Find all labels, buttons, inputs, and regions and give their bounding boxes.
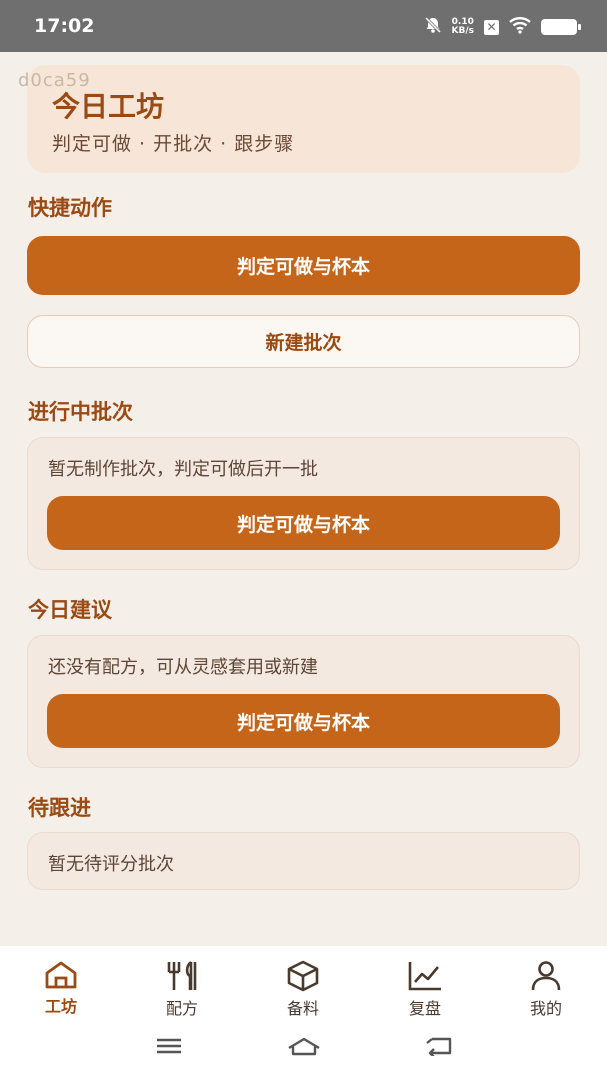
suggestions-judge-button[interactable]: 判定可做与杯本 — [47, 694, 560, 748]
menu-nav-icon[interactable] — [155, 1036, 183, 1060]
status-time: 17:02 — [34, 15, 95, 37]
sim-x-icon: ✕ — [484, 19, 499, 35]
status-icons: 0.10 KB/s ✕ — [424, 13, 581, 41]
chart-icon — [385, 960, 465, 992]
bottom-tab-bar: 工坊 配方 备料 复盘 我的 — [0, 946, 607, 1080]
tab-label: 配方 — [165, 999, 198, 1018]
watermark: d0ca59 — [18, 70, 91, 91]
follow-up-card: 暂无待评分批次 — [27, 832, 580, 890]
box-icon — [263, 960, 343, 992]
tab-label: 工坊 — [44, 997, 77, 1016]
battery-icon — [541, 19, 581, 35]
home-nav-icon[interactable] — [287, 1036, 321, 1060]
tab-me[interactable]: 我的 — [506, 960, 586, 1019]
quick-actions-title: 快捷动作 — [28, 196, 112, 220]
suggestions-title: 今日建议 — [28, 598, 112, 622]
judge-feasible-button[interactable]: 判定可做与杯本 — [27, 236, 580, 295]
new-batch-button[interactable]: 新建批次 — [27, 315, 580, 368]
follow-up-empty-text: 暂无待评分批次 — [48, 854, 174, 875]
tab-prep[interactable]: 备料 — [263, 960, 343, 1019]
tab-workshop[interactable]: 工坊 — [21, 960, 101, 1017]
in-progress-judge-button[interactable]: 判定可做与杯本 — [47, 496, 560, 550]
in-progress-title: 进行中批次 — [28, 400, 133, 424]
home-icon — [21, 960, 101, 990]
tab-label: 备料 — [286, 999, 319, 1018]
tab-label: 复盘 — [408, 999, 441, 1018]
in-progress-empty-text: 暂无制作批次，判定可做后开一批 — [48, 459, 318, 480]
status-bar: 17:02 0.10 KB/s ✕ — [0, 0, 607, 52]
tab-label: 我的 — [529, 999, 562, 1018]
back-nav-icon[interactable] — [424, 1036, 454, 1060]
header-card: 今日工坊 判定可做 · 开批次 · 跟步骤 — [27, 65, 580, 173]
suggestions-empty-text: 还没有配方，可从灵感套用或新建 — [48, 657, 318, 678]
wifi-icon — [509, 16, 531, 38]
mute-bell-icon — [424, 16, 442, 38]
user-icon — [506, 960, 586, 992]
utensils-icon — [142, 960, 222, 992]
tab-recipes[interactable]: 配方 — [142, 960, 222, 1019]
follow-up-title: 待跟进 — [28, 796, 91, 820]
page-subtitle: 判定可做 · 开批次 · 跟步骤 — [52, 133, 295, 155]
page-title: 今日工坊 — [52, 90, 165, 123]
tab-review[interactable]: 复盘 — [385, 960, 465, 1019]
net-speed: 0.10 KB/s — [451, 17, 474, 36]
